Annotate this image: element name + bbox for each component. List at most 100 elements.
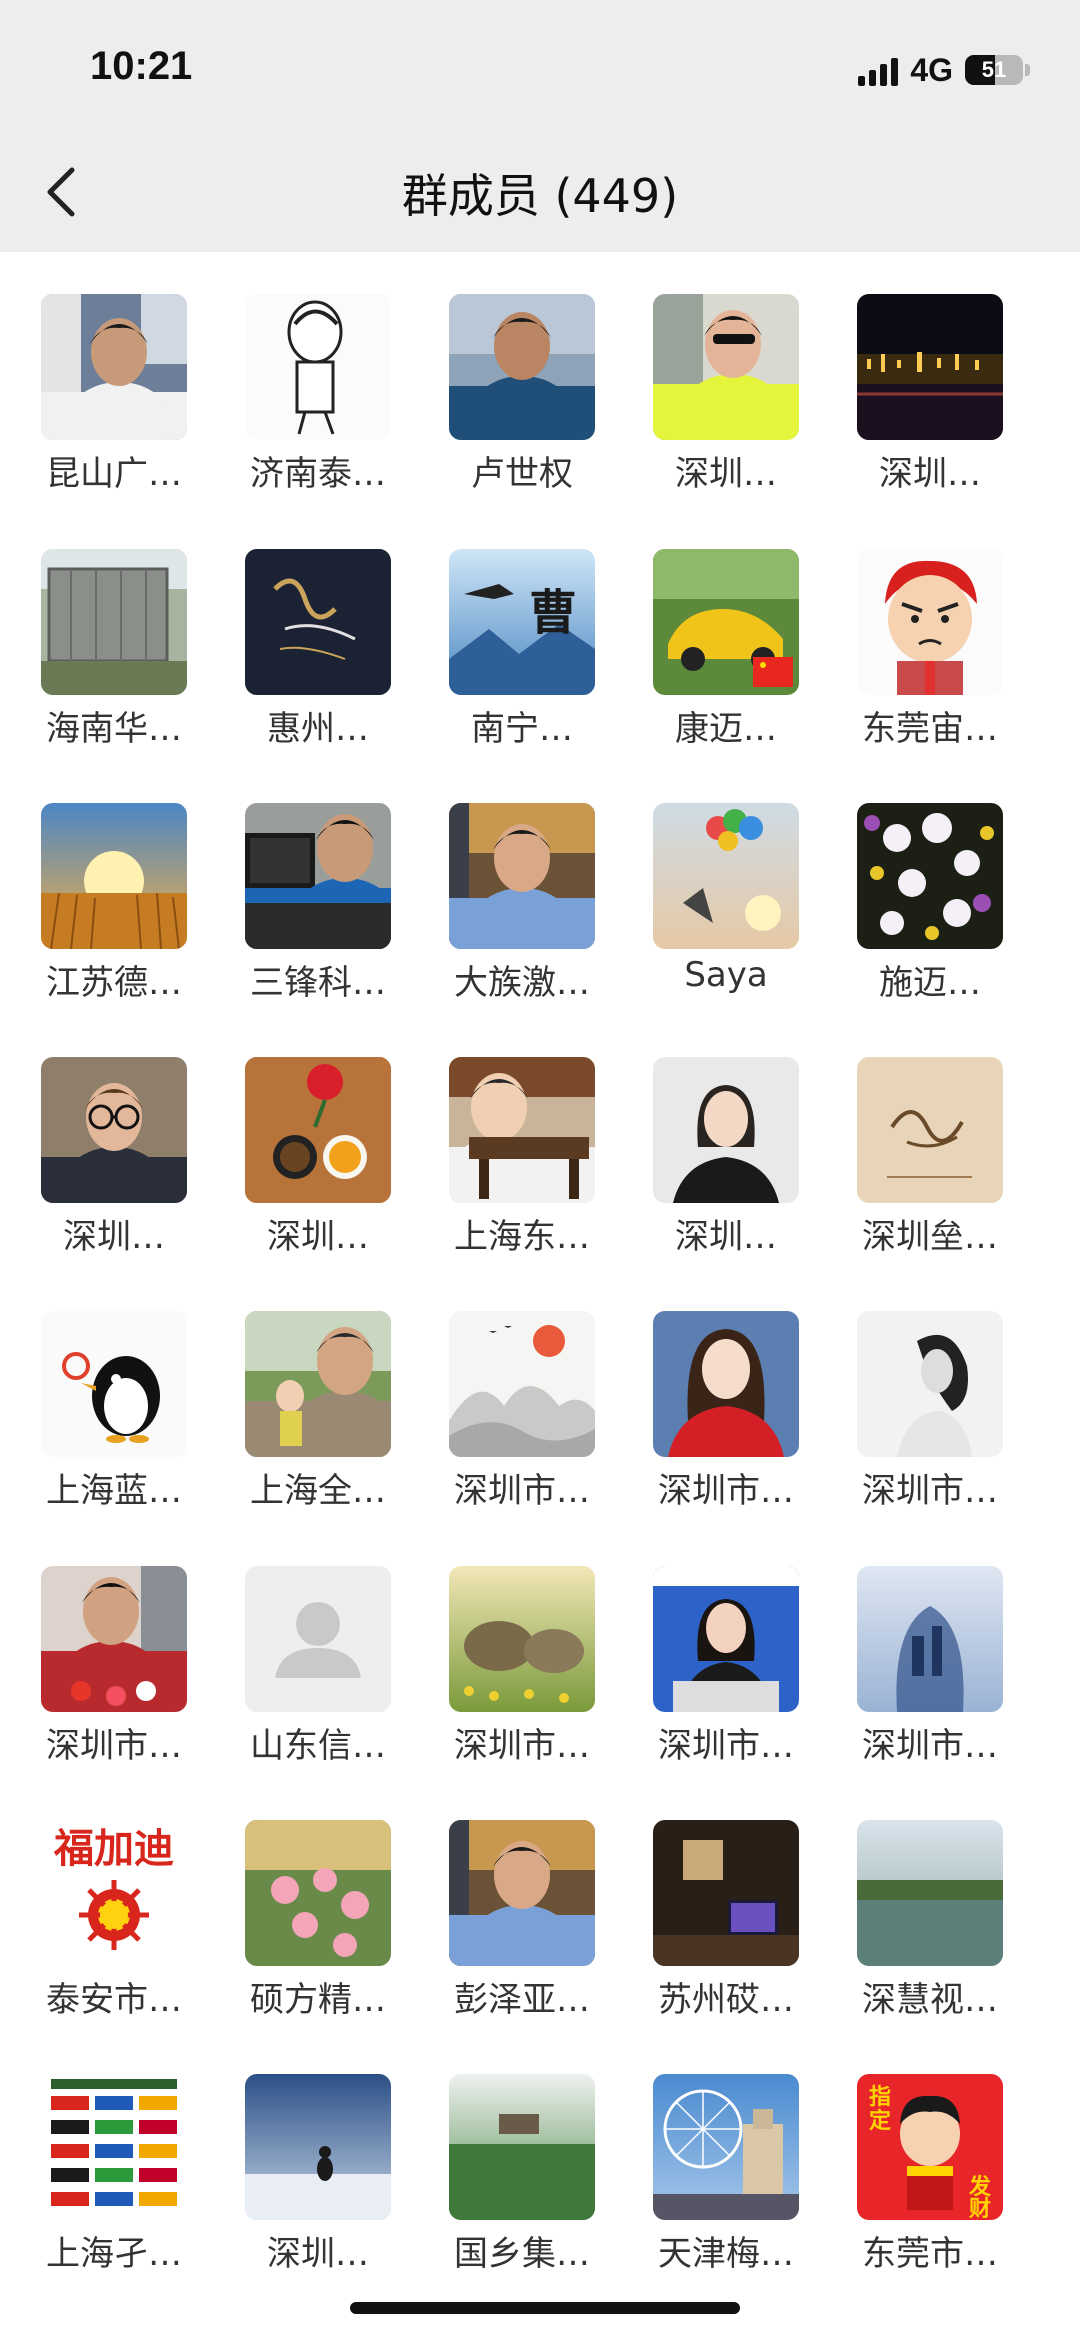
member-avatar[interactable] [857, 548, 1003, 695]
member-grid: 上海…电动自…佛山…杭州德…孙经理昆山广…济南泰…卢世权深圳…深圳…海南华…惠州… [0, 0, 1080, 2337]
member-item[interactable]: 江苏德… [21, 802, 211, 1013]
member-item[interactable]: 深圳市… [21, 1565, 211, 1776]
member-avatar[interactable] [41, 548, 187, 695]
member-name: 深慧视… [862, 1979, 998, 2020]
member-name: 江苏德… [46, 962, 182, 1003]
member-item[interactable]: 上海全… [225, 1311, 415, 1521]
member-item[interactable]: 国乡集… [429, 2074, 619, 2284]
member-avatar[interactable] [41, 2074, 187, 2220]
member-avatar[interactable] [41, 1565, 187, 1712]
member-avatar[interactable] [245, 294, 391, 441]
member-avatar[interactable]: 曹 [449, 548, 595, 695]
member-avatar[interactable] [41, 294, 187, 441]
member-name: 深圳市… [862, 1725, 998, 1766]
member-avatar[interactable] [857, 802, 1003, 949]
member-name: 深圳… [675, 454, 777, 495]
member-item[interactable]: 苏州砹… [633, 1819, 823, 2030]
member-avatar[interactable] [245, 2074, 391, 2220]
member-item[interactable]: 硕方精… [225, 1819, 415, 2030]
member-avatar[interactable] [857, 1565, 1003, 1712]
member-item[interactable]: 深圳… [225, 2074, 415, 2284]
member-name: 天津梅… [658, 2234, 794, 2274]
status-time: 10:21 [90, 44, 193, 88]
member-item[interactable]: 济南泰… [225, 294, 415, 504]
member-item[interactable]: 东莞宙… [837, 548, 1027, 759]
member-avatar[interactable]: 指定发财 [857, 2074, 1003, 2220]
member-item[interactable]: 深圳市… [837, 1311, 1027, 1521]
top-bar: 10:21 4G 51 群成员 (449) [0, 0, 1080, 252]
member-item[interactable]: 施迈… [837, 802, 1027, 1013]
member-item[interactable]: 山东信… [225, 1565, 415, 1776]
member-item[interactable]: 深慧视… [837, 1819, 1027, 2030]
member-item[interactable]: 深圳市… [429, 1311, 619, 1521]
member-avatar[interactable] [449, 2074, 595, 2220]
member-avatar[interactable] [245, 802, 391, 949]
member-item[interactable]: 上海蓝… [21, 1311, 211, 1521]
member-avatar[interactable] [41, 1311, 187, 1458]
member-item[interactable]: 指定发财东莞市… [837, 2074, 1027, 2284]
member-item[interactable]: 惠州… [225, 548, 415, 759]
member-item[interactable]: 海南华… [21, 548, 211, 759]
member-item[interactable]: 深圳… [21, 1057, 211, 1267]
member-avatar[interactable] [653, 1311, 799, 1458]
member-item[interactable]: 三锋科… [225, 802, 415, 1013]
member-avatar[interactable] [653, 2074, 799, 2220]
member-avatar[interactable] [245, 1819, 391, 1966]
member-name: 上海东… [454, 1217, 590, 1257]
member-item[interactable]: 深圳市… [633, 1565, 823, 1776]
member-avatar[interactable] [857, 1819, 1003, 1966]
status-indicators: 4G 51 [858, 50, 1030, 90]
member-name: 深圳市… [454, 1725, 590, 1766]
member-item[interactable]: 深圳市… [837, 1565, 1027, 1776]
member-item[interactable]: 上海孑… [21, 2074, 211, 2284]
member-avatar[interactable] [653, 548, 799, 695]
member-item[interactable]: 卢世权 [429, 294, 619, 504]
member-name: 三锋科… [250, 962, 386, 1003]
member-avatar[interactable] [245, 1565, 391, 1712]
member-avatar[interactable] [449, 802, 595, 949]
member-item[interactable]: 深圳… [225, 1057, 415, 1267]
member-item[interactable]: 深圳市… [429, 1565, 619, 1776]
member-item[interactable]: 天津梅… [633, 2074, 823, 2284]
member-item[interactable]: 彭泽亚… [429, 1819, 619, 2030]
member-name: 深圳市… [658, 1725, 794, 1766]
member-name: 山东信… [250, 1725, 386, 1766]
member-item[interactable]: 昆山广… [21, 294, 211, 504]
member-item[interactable]: 深圳市… [633, 1311, 823, 1521]
member-avatar[interactable] [653, 1057, 799, 1203]
member-item[interactable]: 康迈… [633, 548, 823, 759]
member-avatar[interactable] [653, 1819, 799, 1966]
member-avatar[interactable] [449, 1057, 595, 1203]
member-avatar[interactable] [857, 294, 1003, 441]
member-item[interactable]: 上海东… [429, 1057, 619, 1267]
member-name: 苏州砹… [658, 1979, 794, 2020]
signal-icon [858, 54, 899, 86]
member-item[interactable]: Saya [633, 802, 823, 1013]
member-avatar[interactable] [449, 1565, 595, 1712]
member-item[interactable]: 深圳… [633, 294, 823, 504]
member-name: Saya [684, 954, 768, 995]
member-avatar[interactable] [653, 1565, 799, 1712]
member-avatar[interactable] [653, 294, 799, 441]
member-avatar[interactable] [245, 1311, 391, 1458]
member-avatar[interactable]: 福加迪 [41, 1819, 187, 1966]
svg-text:定: 定 [869, 2108, 891, 2134]
member-item[interactable]: 曹南宁… [429, 548, 619, 759]
member-item[interactable]: 大族激… [429, 802, 619, 1013]
home-indicator[interactable] [350, 2302, 740, 2314]
member-avatar[interactable] [449, 1311, 595, 1458]
member-item[interactable]: 深圳垒… [837, 1057, 1027, 1267]
member-name: 深圳… [63, 1217, 165, 1257]
member-avatar[interactable] [449, 294, 595, 441]
member-item[interactable]: 深圳… [633, 1057, 823, 1267]
member-avatar[interactable] [653, 802, 799, 949]
member-avatar[interactable] [245, 548, 391, 695]
member-avatar[interactable] [449, 1819, 595, 1966]
member-avatar[interactable] [857, 1057, 1003, 1203]
member-item[interactable]: 福加迪 泰安市… [21, 1819, 211, 2030]
member-avatar[interactable] [245, 1057, 391, 1203]
member-avatar[interactable] [41, 802, 187, 949]
member-item[interactable]: 深圳… [837, 294, 1027, 504]
member-avatar[interactable] [41, 1057, 187, 1203]
member-avatar[interactable] [857, 1311, 1003, 1458]
